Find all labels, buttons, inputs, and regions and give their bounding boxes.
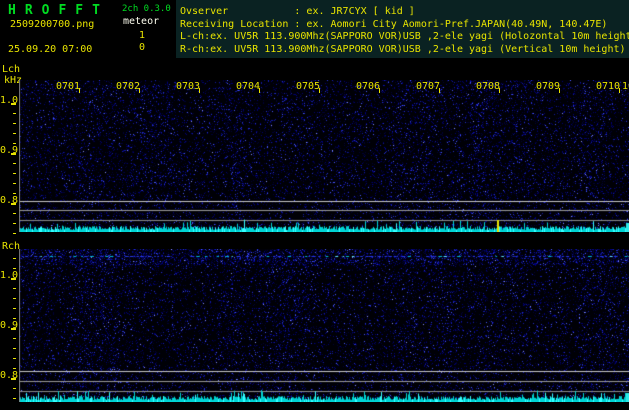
freq-minor-tick <box>13 398 16 399</box>
freq-major-tick <box>11 153 16 155</box>
freq-major-tick <box>11 103 16 105</box>
freq-minor-tick <box>13 213 16 214</box>
app-version: 2ch 0.3.0 <box>122 4 171 14</box>
freq-major-tick <box>11 203 16 205</box>
freq-major-tick <box>11 328 16 330</box>
freq-minor-tick <box>13 258 16 259</box>
lch-receiver-line: L-ch:ex. UV5R 113.900Mhz(SAPPORO VOR)USB… <box>180 31 629 42</box>
freq-minor-tick <box>13 133 16 134</box>
minute-tick <box>619 88 620 93</box>
app-title: HROFFT <box>8 3 109 18</box>
freq-minor-tick <box>13 163 16 164</box>
time-label: 0706 <box>356 81 381 92</box>
freq-minor-tick <box>13 143 16 144</box>
minute-tick <box>319 88 320 93</box>
freq-major-tick <box>11 278 16 280</box>
freq-minor-tick <box>13 348 16 349</box>
minute-tick <box>559 88 560 93</box>
freq-minor-tick <box>13 223 16 224</box>
minute-tick <box>439 88 440 93</box>
freq-minor-tick <box>13 368 16 369</box>
observer-line: Ovserver : ex. JR7CYX [ kid ] <box>180 6 415 17</box>
freq-minor-tick <box>13 183 16 184</box>
freq-minor-tick <box>13 193 16 194</box>
time-label-partial: 10 <box>622 81 629 92</box>
freq-minor-tick <box>13 268 16 269</box>
freq-minor-tick <box>13 308 16 309</box>
freq-minor-tick <box>13 233 16 234</box>
time-label: 0703 <box>176 81 201 92</box>
minute-tick <box>199 88 200 93</box>
freq-minor-tick <box>13 318 16 319</box>
freq-minor-tick <box>13 298 16 299</box>
minute-tick <box>139 88 140 93</box>
freq-minor-tick <box>13 358 16 359</box>
rch-spectrogram <box>19 249 629 402</box>
freq-major-tick <box>11 378 16 380</box>
meteor-counter-label: meteor <box>123 16 160 27</box>
lch-spectrogram <box>19 80 629 232</box>
time-label: 0709 <box>536 81 561 92</box>
rch-meteor-count: 0 <box>139 42 146 53</box>
rch-receiver-line: R-ch:ex. UV5R 113.900Mhz(SAPPORO VOR)USB… <box>180 43 626 55</box>
hrofft-screen: HROFFT 2ch 0.3.0 2509200700.png meteor 1… <box>0 0 629 410</box>
lch-meteor-count: 1 <box>139 30 146 41</box>
minute-tick <box>79 88 80 93</box>
rch-panel-label: Rch <box>2 241 21 252</box>
freq-minor-tick <box>13 173 16 174</box>
minute-tick <box>379 88 380 93</box>
freq-minor-tick <box>13 338 16 339</box>
output-filename: 2509200700.png <box>10 19 95 30</box>
time-label: 0705 <box>296 81 321 92</box>
observer-info-box: Ovserver : ex. JR7CYX [ kid ] Receiving … <box>176 0 629 58</box>
freq-minor-tick <box>13 123 16 124</box>
minute-tick <box>499 88 500 93</box>
time-label: 0708 <box>476 81 501 92</box>
minute-tick <box>259 88 260 93</box>
location-line: Receiving Location : ex. Aomori City Aom… <box>180 18 608 30</box>
time-label: 0702 <box>116 81 141 92</box>
freq-minor-tick <box>13 288 16 289</box>
time-label: 0701 <box>56 81 81 92</box>
time-label: 0707 <box>416 81 441 92</box>
lch-panel-label: Lch <box>2 64 21 75</box>
freq-minor-tick <box>13 388 16 389</box>
time-label: 0704 <box>236 81 261 92</box>
observation-datetime: 25.09.20 07:00 <box>8 44 93 55</box>
freq-minor-tick <box>13 113 16 114</box>
time-label: 0710 <box>596 81 621 92</box>
